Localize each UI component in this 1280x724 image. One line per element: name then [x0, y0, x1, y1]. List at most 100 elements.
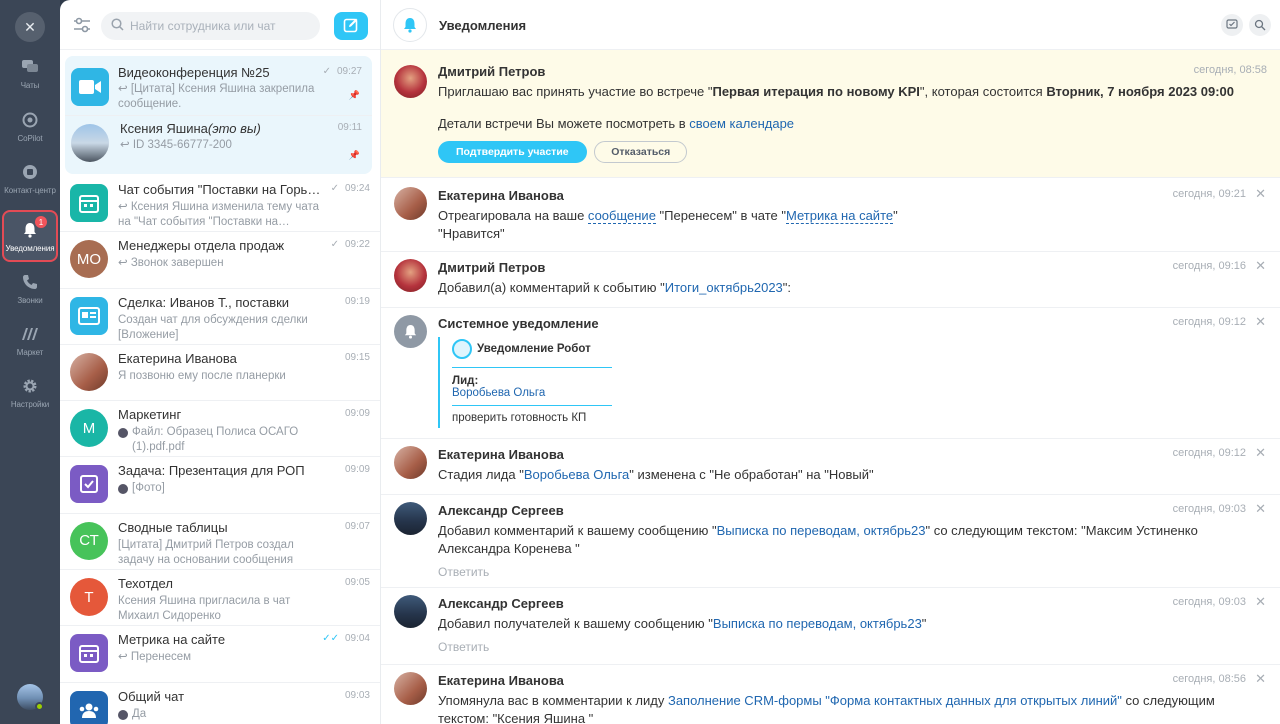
mark-read-button[interactable]: [1221, 14, 1243, 36]
chat-item[interactable]: Метрика на сайте ✓✓ 09:04 ↩ Перенесем: [60, 626, 380, 683]
search-icon: [111, 18, 124, 34]
notification-text: Добавил(а) комментарий к событию "Итоги_…: [438, 280, 792, 295]
chat-preview: Я позвоню ему после планерки: [118, 369, 286, 382]
chat-title: Маркетинг: [118, 407, 182, 423]
chat-preview: Файл: Образец Полиса ОСАГО (1).pdf.pdf: [118, 425, 332, 455]
pin-icon: 📌: [348, 90, 360, 100]
notification-text: Добавил комментарий к вашему сообщению "…: [438, 523, 1198, 556]
chat-time: 09:11: [337, 122, 362, 133]
author-avatar: [118, 709, 128, 720]
lead-link[interactable]: Воробьева Ольга: [452, 387, 612, 399]
chat-preview: ↩ Звонок завершен: [118, 257, 224, 270]
close-icon[interactable]: ✕: [1255, 445, 1266, 461]
chat-item[interactable]: Общий чат 09:03 Да: [60, 683, 380, 724]
calendar-avatar: [70, 184, 108, 222]
chat-item[interactable]: Чат события "Поставки на Горь… ✓ 09:24 ↩ …: [60, 176, 380, 233]
chat-title: Чат события "Поставки на Горь…: [118, 182, 321, 197]
notifications-panel: Уведомления Дмитрий Петров сегодня, 08:5…: [380, 0, 1280, 724]
chat-item[interactable]: Задача: Презентация для РОП 09:09 [Фото]: [60, 457, 380, 514]
close-icon[interactable]: ✕: [1255, 501, 1266, 517]
new-chat-button[interactable]: [334, 12, 368, 40]
initials-avatar: М: [70, 409, 108, 448]
chat-item[interactable]: СТ Сводные таблицы 09:07 [Цитата] Дмитри…: [60, 514, 380, 571]
reply-link[interactable]: Ответить: [438, 640, 1260, 654]
chat-list-toolbar: [60, 0, 380, 50]
avatar: [394, 446, 427, 479]
rail-item-chats[interactable]: Чаты: [0, 47, 60, 99]
notification-author: Екатерина Иванова: [438, 673, 564, 688]
notification-badge: 1: [35, 216, 47, 228]
rail-item-market[interactable]: Маркет: [0, 314, 60, 366]
avatar: [394, 595, 427, 628]
phone-icon: [20, 272, 40, 292]
search-input[interactable]: [130, 19, 310, 33]
chat-item[interactable]: МО Менеджеры отдела продаж ✓ 09:22 ↩ Звон…: [60, 232, 380, 289]
rail-label: Звонки: [17, 295, 43, 305]
avatar: [394, 65, 427, 98]
initials-avatar: Т: [70, 578, 108, 617]
confirm-participation-button[interactable]: Подтвердить участие: [438, 141, 587, 163]
user-avatar[interactable]: [17, 684, 44, 711]
notification-time: сегодня, 09:21: [1172, 188, 1246, 200]
close-icon[interactable]: ✕: [1255, 594, 1266, 610]
close-icon[interactable]: ✕: [1255, 671, 1266, 687]
chat-title: Менеджеры отдела продаж: [118, 238, 285, 254]
notification-time: сегодня, 08:56: [1172, 673, 1246, 685]
chat-item[interactable]: М Маркетинг 09:09 Файл: Образец Полиса О…: [60, 401, 380, 458]
chat-preview: ↩ [Цитата] Ксения Яшина закрепила сообще…: [118, 83, 315, 110]
card-label: Лид:: [452, 375, 479, 387]
notification-item: Екатерина Иванова сегодня, 09:21 ✕ Отреа…: [381, 178, 1280, 252]
notification-time: сегодня, 08:58: [1193, 64, 1267, 76]
pin-icon: 📌: [348, 150, 360, 160]
close-icon[interactable]: ✕: [1255, 186, 1266, 202]
chat-item[interactable]: Т Техотдел 09:05 Ксения Яшина пригласила…: [60, 570, 380, 627]
rail-item-copilot[interactable]: CoPilot: [0, 100, 60, 152]
chat-icon: [20, 57, 40, 77]
robot-card: Уведомление Робот Лид: Воробьева Ольга п…: [438, 337, 612, 428]
chat-item-pinned[interactable]: Ксения Яшина(это вы) 09:11 ↩ ID 3345-667…: [65, 116, 372, 174]
notification-time: сегодня, 09:12: [1172, 447, 1246, 459]
close-icon[interactable]: ✕: [1255, 258, 1266, 274]
robot-icon: [452, 339, 472, 359]
rail-item-settings[interactable]: Настройки: [0, 366, 60, 418]
reply-link[interactable]: Ответить: [438, 565, 1260, 579]
close-icon[interactable]: ✕: [1255, 314, 1266, 330]
calendar-link[interactable]: своем календаре: [689, 116, 794, 131]
initials-avatar: СТ: [70, 521, 108, 560]
rail-label: Настройки: [10, 399, 50, 409]
notification-author: Дмитрий Петров: [438, 64, 546, 79]
chat-title: Общий чат: [118, 688, 185, 704]
avatar: [394, 502, 427, 535]
notifications-header: Уведомления: [381, 0, 1280, 50]
chat-time: ✓ 09:24: [330, 183, 370, 194]
notification-author: Екатерина Иванова: [438, 188, 564, 203]
chat-preview: Да: [118, 707, 332, 722]
chat-list-panel: Видеоконференция №25 ✓09:27 ↩ [Цитата] К…: [60, 0, 380, 724]
rail-item-contact-center[interactable]: Контакт-центр: [0, 152, 60, 204]
rail-item-calls[interactable]: Звонки: [0, 262, 60, 314]
notification-item: Дмитрий Петров сегодня, 08:58 Приглашаю …: [381, 50, 1280, 178]
notification-item: Системное уведомление сегодня, 09:12 ✕ У…: [381, 308, 1280, 439]
chat-time: 09:09: [344, 464, 370, 476]
notification-text: Приглашаю вас принять участие во встрече…: [438, 84, 1235, 99]
chat-item[interactable]: Сделка: Иванов Т., поставки 09:19 Создан…: [60, 289, 380, 345]
filter-icon[interactable]: [71, 14, 93, 36]
group-avatar: [70, 690, 108, 724]
gear-icon: [20, 376, 40, 396]
chat-title: Задача: Презентация для РОП: [118, 463, 305, 479]
avatar: [70, 352, 108, 391]
notification-text: Добавил получателей к вашему сообщению "…: [438, 616, 927, 631]
search-notifications-button[interactable]: [1249, 14, 1271, 36]
chat-title: Метрика на сайте: [118, 632, 226, 648]
close-icon[interactable]: ✕: [15, 12, 45, 42]
search-box: [101, 12, 320, 40]
chat-preview: ↩ Ксения Яшина изменила тему чата на "Ча…: [118, 201, 320, 228]
chat-title: Сделка: Иванов Т., поставки: [118, 294, 290, 310]
avatar: [394, 259, 427, 292]
chat-title: Сводные таблицы: [118, 519, 228, 535]
decline-button[interactable]: Отказаться: [594, 141, 688, 163]
rail-item-notifications[interactable]: 1 Уведомления: [2, 210, 58, 262]
chat-preview: [Цитата] Дмитрий Петров создал задачу на…: [118, 538, 294, 566]
chat-item[interactable]: Екатерина Иванова 09:15 Я позвоню ему по…: [60, 345, 380, 402]
chat-item-pinned[interactable]: Видеоконференция №25 ✓ 09:27 ↩ [Цитата] К…: [65, 56, 372, 116]
